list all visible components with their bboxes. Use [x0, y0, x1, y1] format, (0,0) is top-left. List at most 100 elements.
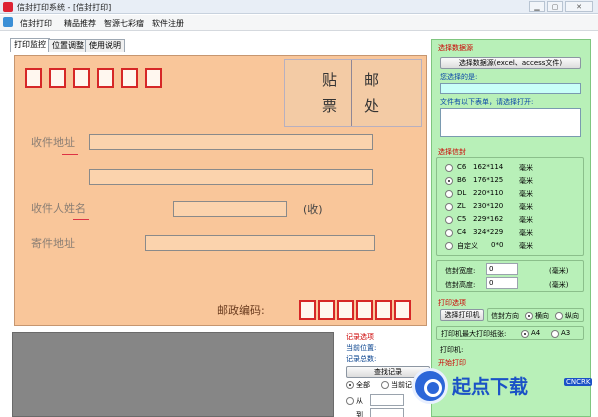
- recipient-address-line1[interactable]: [89, 134, 373, 150]
- post-char: 邮: [364, 71, 380, 89]
- height-unit-label: (毫米): [549, 281, 569, 289]
- stamp-char: 贴: [322, 71, 338, 89]
- envelope-height-input[interactable]: 0: [486, 277, 518, 289]
- envelope-unit: 毫米: [519, 190, 533, 198]
- menu-bar: 信封打印 精品推荐 智源七彩瘤 软件注册: [0, 15, 598, 31]
- envelope-width-input[interactable]: 0: [486, 263, 518, 275]
- paper-a4-label: A4: [531, 329, 541, 337]
- postcode-box: [394, 300, 411, 320]
- envelope-name: DL: [457, 189, 467, 197]
- envelope-name: 自定义: [457, 242, 478, 250]
- option-current-radio[interactable]: [381, 381, 389, 389]
- envelope-radio[interactable]: [445, 203, 453, 211]
- custom-size-group: 信封宽度: 0 (毫米) 信封高度: 0 (毫米): [436, 260, 584, 292]
- tables-listbox[interactable]: [440, 108, 581, 137]
- option-all-label: 全部: [356, 381, 370, 389]
- stamp-area: 贴 票 邮 处: [284, 59, 422, 127]
- from-input[interactable]: [370, 394, 404, 406]
- option-from-radio[interactable]: [346, 397, 354, 405]
- post-char: 处: [364, 97, 380, 115]
- envelope-radio[interactable]: [445, 177, 453, 185]
- envelope-radio[interactable]: [445, 190, 453, 198]
- envelope-size: 220*110: [473, 189, 504, 197]
- direction-portrait-label: 纵向: [565, 312, 579, 320]
- stamp-divider: [351, 60, 352, 126]
- option-current-label: 当前记: [391, 381, 412, 389]
- minimize-icon[interactable]: ▁: [529, 1, 545, 12]
- envelope-name: B6: [457, 176, 467, 184]
- envelope-radio[interactable]: [445, 242, 453, 250]
- envelope-name: ZL: [457, 202, 466, 210]
- select-data-source-button[interactable]: 选择数据源(excel、access文件): [440, 57, 581, 69]
- envelope-preview: 贴 票 邮 处 收件地址 收件人姓名 (收) 寄件地址 邮政编码:: [14, 55, 427, 326]
- envelope-size: 176*125: [473, 176, 504, 184]
- watermark-logo: 起点下载 CNCRK: [412, 366, 598, 417]
- selected-file-field[interactable]: [440, 83, 581, 94]
- zip-box: [97, 68, 114, 88]
- direction-landscape-radio[interactable]: [525, 312, 533, 320]
- zip-box: [49, 68, 66, 88]
- direction-group: 信封方向 横向 纵向: [487, 308, 584, 322]
- restore-icon[interactable]: ▢: [547, 1, 563, 12]
- data-grid-panel[interactable]: [12, 332, 334, 417]
- envelope-unit: 毫米: [519, 203, 533, 211]
- print-options-title: 打印选项: [438, 299, 466, 307]
- records-title: 记录选项: [346, 333, 374, 341]
- postcode-box: [356, 300, 373, 320]
- tab-print-monitor[interactable]: 打印监控: [10, 38, 50, 52]
- tab-position-adjust[interactable]: 位置调整: [48, 39, 88, 52]
- sender-address-field[interactable]: [145, 235, 375, 251]
- envelope-size-group: C6 162*114 毫米 B6 176*125 毫米 DL 220*110 毫…: [436, 157, 584, 256]
- envelope-radio[interactable]: [445, 164, 453, 172]
- logo-text: 起点下载: [452, 376, 529, 398]
- paper-a4-radio[interactable]: [521, 330, 529, 338]
- zip-box: [25, 68, 42, 88]
- label-underline: [62, 154, 78, 155]
- paper-a3-label: A3: [561, 329, 571, 337]
- logo-icon: [412, 368, 448, 404]
- envelope-height-label: 信封高度:: [445, 281, 476, 289]
- direction-portrait-radio[interactable]: [555, 312, 563, 320]
- max-paper-label: 打印机最大打印纸张:: [441, 330, 507, 338]
- current-position-label: 当前位置:: [346, 344, 377, 352]
- envelope-radio[interactable]: [445, 216, 453, 224]
- envelope-size: 162*114: [473, 163, 504, 171]
- envelope-radio[interactable]: [445, 229, 453, 237]
- envelope-size: 230*120: [473, 202, 504, 210]
- tab-instructions[interactable]: 使用说明: [85, 39, 125, 52]
- menu-envelope-print[interactable]: 信封打印: [20, 18, 52, 29]
- recipient-suffix: (收): [303, 203, 323, 216]
- direction-landscape-label: 横向: [535, 312, 549, 320]
- menu-register[interactable]: 软件注册: [152, 18, 184, 29]
- zip-box: [145, 68, 162, 88]
- close-icon[interactable]: ✕: [565, 1, 593, 12]
- app-icon: [3, 2, 13, 12]
- logo-badge: CNCRK: [564, 378, 593, 386]
- data-source-title: 选择数据源: [438, 44, 473, 52]
- postcode-box: [337, 300, 354, 320]
- to-input[interactable]: [370, 408, 404, 417]
- option-all-radio[interactable]: [346, 381, 354, 389]
- selected-file-label: 您选择的是:: [440, 73, 478, 81]
- envelope-width-label: 信封宽度:: [445, 267, 476, 275]
- total-records-label: 记录总数:: [346, 355, 377, 363]
- recipient-name-field[interactable]: [173, 201, 287, 217]
- option-from-label: 从: [356, 397, 363, 405]
- envelope-name: C4: [457, 228, 467, 236]
- printer-label: 打印机:: [440, 346, 464, 354]
- postcode-box: [318, 300, 335, 320]
- postcode-label: 邮政编码:: [217, 304, 265, 317]
- envelope-name: C5: [457, 215, 467, 223]
- zip-box: [121, 68, 138, 88]
- window-title: 信封打印系统 - [信封打印]: [17, 3, 112, 12]
- envelope-size: 229*162: [473, 215, 504, 223]
- select-printer-button[interactable]: 选择打印机: [440, 309, 484, 321]
- envelope-unit: 毫米: [519, 216, 533, 224]
- recipient-address-line2[interactable]: [89, 169, 373, 185]
- paper-a3-radio[interactable]: [551, 330, 559, 338]
- menu-zhiyuan[interactable]: 智源七彩瘤: [104, 18, 144, 29]
- postcode-box: [375, 300, 392, 320]
- envelope-name: C6: [457, 163, 467, 171]
- envelope-size: 324*229: [473, 228, 504, 236]
- menu-recommended[interactable]: 精品推荐: [64, 18, 96, 29]
